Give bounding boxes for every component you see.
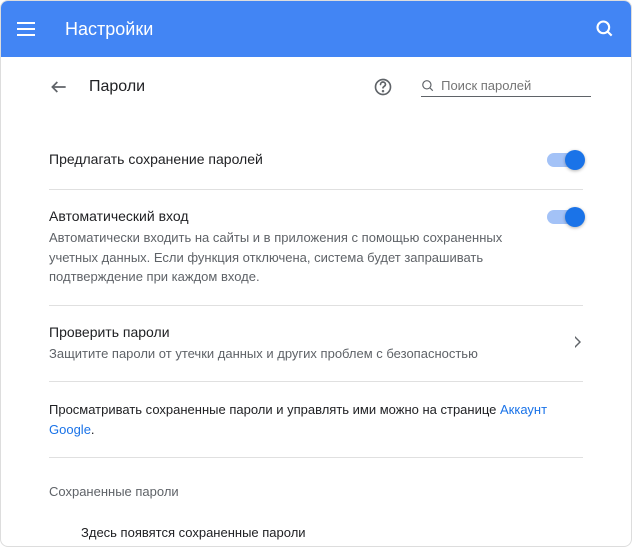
- auto-login-toggle[interactable]: [547, 210, 583, 224]
- search-icon[interactable]: [595, 19, 615, 39]
- auto-login-title: Автоматический вход: [49, 208, 531, 224]
- manage-info-suffix: .: [91, 422, 95, 437]
- manage-info-text: Просматривать сохраненные пароли и управ…: [49, 402, 500, 417]
- saved-passwords-header: Сохраненные пароли: [49, 458, 583, 507]
- header-title: Настройки: [65, 19, 595, 40]
- chevron-right-icon: [575, 336, 583, 348]
- app-header: Настройки: [1, 1, 631, 57]
- back-icon[interactable]: [49, 77, 69, 97]
- check-passwords-desc: Защитите пароли от утечки данных и други…: [49, 344, 559, 364]
- saved-passwords-empty: Здесь появятся сохраненные пароли: [49, 507, 583, 547]
- offer-save-toggle[interactable]: [547, 153, 583, 167]
- manage-info: Просматривать сохраненные пароли и управ…: [49, 382, 583, 458]
- offer-save-title: Предлагать сохранение паролей: [49, 151, 531, 167]
- help-icon[interactable]: [373, 77, 393, 97]
- search-input[interactable]: [441, 78, 591, 93]
- check-passwords-row[interactable]: Проверить пароли Защитите пароли от утеч…: [49, 306, 583, 383]
- offer-save-row: Предлагать сохранение паролей: [49, 133, 583, 190]
- search-icon-small: [421, 78, 435, 94]
- password-search[interactable]: [421, 78, 591, 97]
- subheader: Пароли: [1, 57, 631, 109]
- menu-icon[interactable]: [17, 17, 41, 41]
- auto-login-row: Автоматический вход Автоматически входит…: [49, 190, 583, 306]
- page-title: Пароли: [89, 78, 353, 96]
- check-passwords-title: Проверить пароли: [49, 324, 559, 340]
- auto-login-desc: Автоматически входить на сайты и в прило…: [49, 228, 531, 287]
